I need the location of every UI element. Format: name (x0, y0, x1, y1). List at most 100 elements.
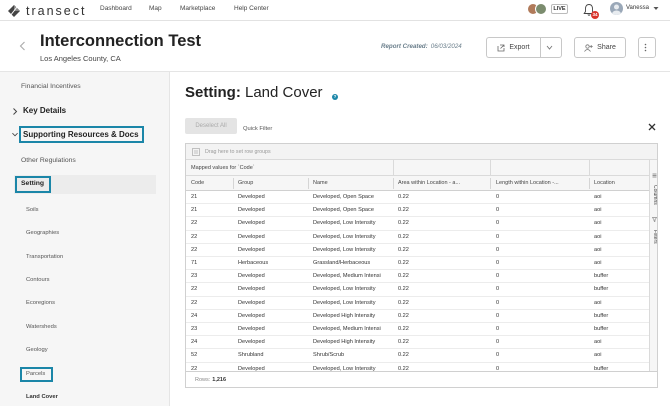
cell-code: 71 (191, 260, 198, 266)
column-divider[interactable] (393, 178, 394, 189)
cell-area: 0.22 (398, 286, 409, 293)
table-row[interactable]: 21 Developed Developed, Open Space 0.22 0 aoi (186, 204, 649, 218)
cell-location: aoi (594, 352, 602, 359)
column-header-name[interactable]: Name (313, 180, 393, 186)
sidebar-subitem-contours[interactable]: Contours (26, 277, 50, 283)
export-options-button[interactable] (540, 37, 562, 58)
table-row[interactable]: 24 Developed Developed High Intensity 0.22 0… (186, 310, 649, 323)
cell-area: 0.22 (398, 220, 409, 227)
section-title-prefix: Setting: (185, 84, 241, 101)
export-button[interactable]: Export (486, 37, 540, 58)
cell-code: 24 (191, 339, 198, 346)
column-header-row: Code Group Name Area within Location - a… (186, 176, 649, 191)
column-header-area[interactable]: Area within Location - a... (398, 180, 488, 186)
section-title: Setting: Land Cover (185, 84, 323, 101)
cell-code: 22 (191, 286, 198, 293)
sidebar-subitem-watersheds[interactable]: Watersheds (26, 324, 57, 330)
columns-icon (652, 173, 656, 178)
table-row[interactable]: 71 Herbaceous Grassland/Herbaceous 0.22 0 aoi (186, 257, 649, 271)
cell-group: Developed (238, 220, 265, 227)
sidebar-item-key-details[interactable]: Key Details (23, 106, 66, 115)
collaborator-avatars[interactable] (527, 3, 549, 15)
sidebar-subitem-transportation[interactable]: Transportation (26, 254, 63, 260)
cell-area: 0.22 (398, 260, 409, 266)
cell-name: Developed, Open Space (313, 207, 374, 214)
table-row[interactable]: 22 Developed Developed, Low Intensity 0.22 0… (186, 283, 649, 297)
page-title: Interconnection Test (40, 32, 202, 50)
table-row[interactable]: 24 Developed Developed High Intensity 0.22 0… (186, 336, 649, 350)
table-row[interactable]: 22 Developed Developed, Low Intensity 0.22 0… (186, 231, 649, 244)
cell-name: Developed, Medium Intensi (313, 273, 381, 280)
brand-logo[interactable]: transect (7, 2, 86, 19)
nav-link-help-center[interactable]: Help Center (234, 5, 269, 12)
row-group-icon (192, 148, 200, 156)
column-divider[interactable] (308, 178, 309, 189)
cell-area: 0.22 (398, 233, 409, 240)
sidebar-item-financial-incentives[interactable]: Financial Incentives (21, 83, 81, 90)
table-row[interactable]: 22 Developed Developed, Low Intensity 0.22 0… (186, 244, 649, 257)
chevron-right-icon[interactable] (12, 108, 18, 115)
close-icon[interactable] (648, 123, 656, 131)
table-row[interactable]: 22 Developed Developed, Low Intensity 0.22 0… (186, 363, 649, 371)
sidebar-subitem-geographies[interactable]: Geographies (26, 230, 59, 236)
cell-area: 0.22 (398, 299, 409, 306)
cell-name: Developed High Intensity (313, 339, 376, 346)
cell-length: 0 (496, 260, 500, 266)
sidebar-subitem-ecoregions[interactable]: Ecoregions (26, 300, 55, 306)
columns-tab[interactable]: Columns (650, 181, 657, 209)
table-row[interactable]: 23 Developed Developed, Medium Intensi 0.22… (186, 270, 649, 284)
sidebar-subitem-geology[interactable]: Geology (26, 347, 48, 353)
column-header-code[interactable]: Code (191, 180, 231, 186)
chevron-down-icon[interactable] (12, 131, 18, 138)
column-header-length[interactable]: Length within Location -... (496, 180, 586, 186)
column-divider[interactable] (233, 178, 234, 189)
table-row[interactable]: 23 Developed Developed, Medium Intensi 0.22… (186, 323, 649, 337)
back-chevron-icon[interactable] (19, 41, 26, 51)
column-divider[interactable] (490, 178, 491, 189)
quick-filter-label[interactable]: Quick Filter (243, 126, 272, 132)
sidebar-subitem-parcels[interactable]: Parcels (26, 371, 45, 377)
user-avatar[interactable] (610, 2, 623, 15)
sidebar-subitem-land-cover[interactable]: Land Cover (26, 394, 58, 400)
notification-count-badge: 34 (591, 11, 599, 19)
table-row[interactable]: 21 Developed Developed, Open Space 0.22 0 aoi (186, 191, 649, 205)
cell-length: 0 (496, 233, 500, 240)
report-created-date: 06/03/2024 (430, 43, 462, 50)
column-divider[interactable] (589, 178, 590, 189)
export-icon (497, 44, 505, 51)
sidebar-item-other-regulations[interactable]: Other Regulations (21, 157, 76, 164)
data-grid: Drag here to set row groups Mapped value… (185, 143, 658, 388)
cell-area: 0.22 (398, 246, 409, 253)
column-header-location[interactable]: Location (594, 180, 644, 186)
sidebar-item-setting[interactable]: Setting (21, 180, 44, 187)
table-row[interactable]: 22 Developed Developed, Low Intensity 0.22 0… (186, 217, 649, 231)
row-group-drop-zone[interactable]: Drag here to set row groups (186, 144, 657, 160)
user-name[interactable]: Vanessa (626, 5, 649, 11)
sidebar-item-supporting-resources[interactable]: Supporting Resources & Docs (23, 130, 139, 139)
table-row[interactable]: 52 Shrubland Shrub/Scrub 0.22 0 aoi (186, 349, 649, 363)
cell-group: Developed (238, 326, 265, 332)
cell-area: 0.22 (398, 312, 409, 319)
cell-location: buffer (594, 286, 609, 293)
column-header-group[interactable]: Group (238, 180, 308, 186)
sidebar: Financial Incentives Key Details Support… (0, 72, 170, 406)
grid-body: 21 Developed Developed, Open Space 0.22 0 aoi… (186, 191, 649, 371)
cell-length: 0 (496, 246, 500, 253)
chevron-down-icon[interactable] (653, 6, 659, 11)
filters-tab[interactable]: Filters (650, 225, 657, 249)
cell-location: aoi (594, 233, 602, 240)
cell-name: Shrub/Scrub (313, 352, 345, 359)
deselect-all-button[interactable]: Deselect All (185, 118, 237, 134)
cell-area: 0.22 (398, 194, 409, 200)
share-button[interactable]: Share (574, 37, 626, 58)
nav-link-marketplace[interactable]: Marketplace (180, 5, 215, 12)
top-navigation: transect Dashboard Map Marketplace Help … (0, 0, 670, 21)
nav-link-dashboard[interactable]: Dashboard (100, 5, 132, 12)
sidebar-subitem-soils[interactable]: Soils (26, 207, 39, 213)
more-options-button[interactable] (638, 37, 656, 58)
cell-group: Developed (238, 194, 265, 200)
help-icon[interactable]: ? (332, 94, 338, 100)
table-row[interactable]: 22 Developed Developed, Low Intensity 0.22 0… (186, 297, 649, 310)
group-divider (490, 160, 491, 176)
nav-link-map[interactable]: Map (149, 5, 162, 12)
